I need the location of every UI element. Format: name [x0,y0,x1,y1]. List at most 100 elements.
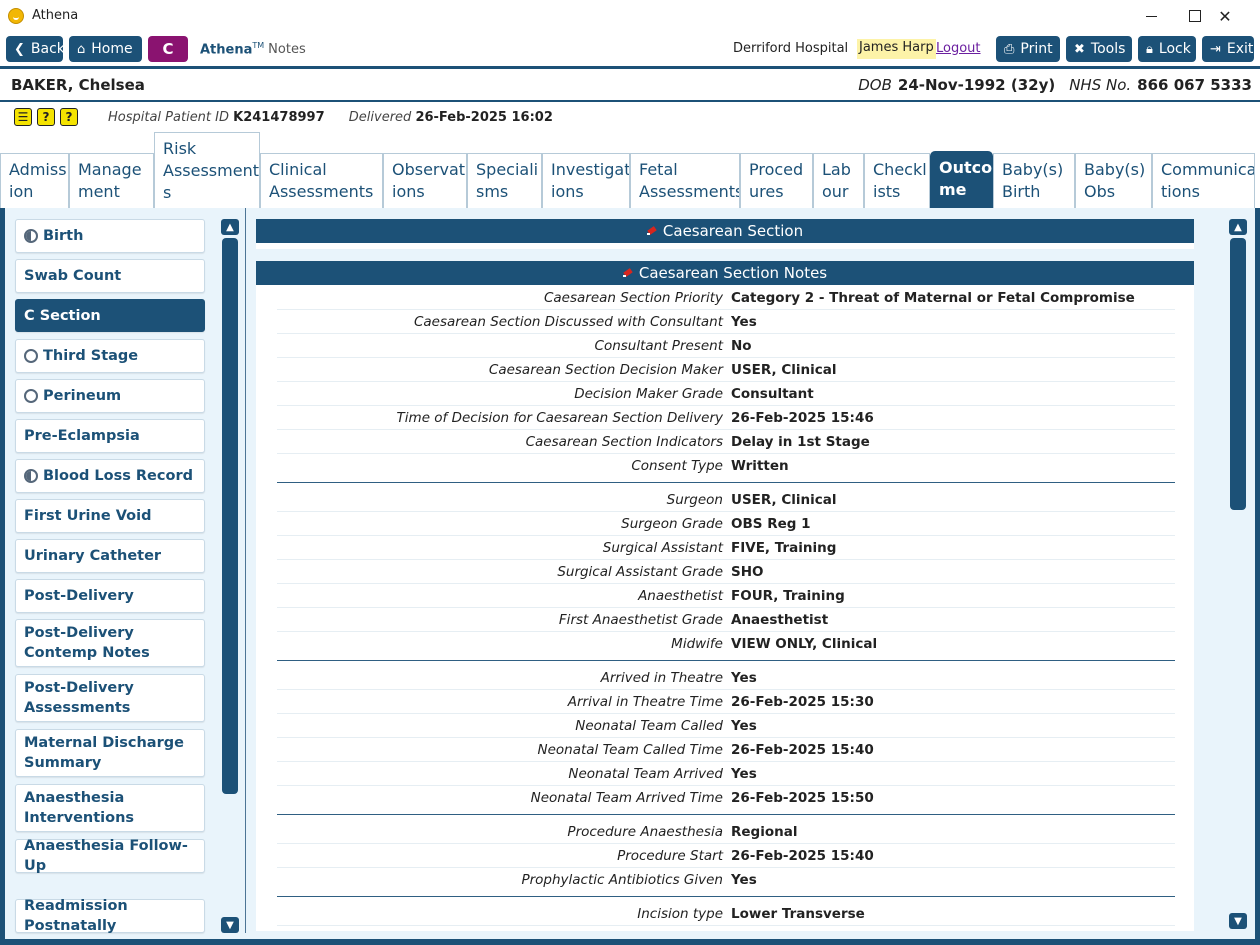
table-row: Caesarean Section Indicators Delay in 1st… [277,430,1175,454]
sidebar-item-post-delivery[interactable]: Post-Delivery [15,579,205,613]
sidebar-item-urinary-catheter[interactable]: Urinary Catheter [15,539,205,573]
home-button[interactable]: ⌂ Home [69,36,142,62]
delivered-value: 26-Feb-2025 16:02 [415,110,553,125]
patient-divider [0,100,1260,102]
dob-label: DOB [858,76,892,94]
tab-management[interactable]: Manage ment [69,153,154,208]
scroll-up-icon[interactable]: ▲ [1229,219,1247,235]
sidebar-item-label: Third Stage [43,348,139,364]
sidebar-item-readmission-postnatally[interactable]: Readmission Postnatally [15,898,205,934]
field-label: Surgical Assistant [602,540,723,556]
tab-admission[interactable]: Admiss ion [0,153,69,208]
section-header: Caesarean Section [256,219,1194,243]
tab-clinical-assessments[interactable]: Clinical Assessments [260,153,383,208]
tab-procedures[interactable]: Proced ures [740,153,813,208]
help-alert-icon[interactable]: ? [60,108,78,126]
sidebar-item-first-urine-void[interactable]: First Urine Void [15,499,205,533]
field-label: Surgical Assistant Grade [557,564,723,580]
brand-name: Athena [200,42,253,58]
tab-communications[interactable]: Communica tions [1152,153,1255,208]
scroll-down-icon[interactable]: ▼ [1229,913,1247,929]
tab-investigations[interactable]: Investigat ions [542,153,630,208]
tools-icon: ✖ [1074,41,1085,57]
tab-labour[interactable]: Lab our [813,153,864,208]
sidebar-item-c-section[interactable]: C Section [15,299,205,332]
hospital-name: Derriford Hospital [733,41,849,56]
field-value: USER, Clinical [731,362,837,378]
print-button[interactable]: ⎙ Print [996,36,1060,62]
sidebar-item-label: Perineum [43,388,122,404]
sidebar-scroll-thumb[interactable] [222,238,238,794]
sidebar-item-swab-count[interactable]: Swab Count [15,259,205,293]
hospital-id-label: Hospital Patient ID [108,110,229,125]
tab-checklists[interactable]: Checkl ists [864,153,930,208]
sidebar-scrollbar[interactable]: ▲ ▼ [221,219,239,933]
maximize-icon[interactable] [1180,4,1210,28]
sidebar-item-anaesthesia-interventions[interactable]: Anaesthesia Interventions [15,784,205,832]
edit-pen-icon[interactable] [622,268,633,278]
lock-button[interactable]: 🔒︎ Lock [1138,36,1196,62]
table-row: First Anaesthetist Grade Anaesthetist [277,608,1175,632]
field-label: Decision Maker Grade [574,386,723,402]
field-value: 26-Feb-2025 15:40 [731,848,874,864]
athena-logo-icon [8,8,24,24]
sidebar-item-label: Blood Loss Record [43,468,193,484]
scroll-down-icon[interactable]: ▼ [221,917,239,933]
sidebar-item-maternal-discharge-summary[interactable]: Maternal Discharge Summary [15,729,205,777]
sidebar-item-third-stage[interactable]: Third Stage [15,339,205,373]
table-row: Decision Maker Grade Consultant [277,382,1175,406]
sidebar-item-label: Post-Delivery [24,588,134,604]
logout-link[interactable]: Logout [936,41,981,56]
exit-button[interactable]: ⇥ Exit [1202,36,1254,62]
field-value: Consultant [731,386,814,402]
tab-specialisms[interactable]: Speciali sms [467,153,542,208]
edit-pen-icon[interactable] [646,226,657,236]
tools-button[interactable]: ✖ Tools [1066,36,1132,62]
tab-babys-birth[interactable]: Baby(s) Birth [993,153,1075,208]
table-row: Prophylactic Antibiotics Given Yes [277,868,1175,892]
sidebar-item-post-delivery-contemp-notes[interactable]: Post-Delivery Contemp Notes [15,619,205,667]
table-row: Caesarean Section Priority Category 2 - T… [277,286,1175,310]
close-icon[interactable]: ✕ [1210,4,1240,28]
tab-observations[interactable]: Observat ions [383,153,467,208]
table-row: Neonatal Team Arrived Yes [277,762,1175,786]
field-value: 26-Feb-2025 15:30 [731,694,874,710]
nhs-value: 866 067 5333 [1137,76,1252,94]
tab-babys-obs[interactable]: Baby(s) Obs [1075,153,1152,208]
sidebar-item-birth[interactable]: Birth [15,219,205,253]
sidebar-item-anaesthesia-follow-up[interactable]: Anaesthesia Follow-Up [15,838,205,874]
sidebar-item-perineum[interactable]: Perineum [15,379,205,413]
sidebar-item-label: Urinary Catheter [24,548,162,564]
tab-fetal-assessments[interactable]: Fetal Assessments [630,153,740,208]
field-value: VIEW ONLY, Clinical [731,636,878,652]
content-scrollbar[interactable]: ▲ ▼ [1229,219,1247,933]
field-value: OBS Reg 1 [731,516,811,532]
table-row: Caesarean Section Discussed with Consult… [277,310,1175,334]
sidebar-item-pre-eclampsia[interactable]: Pre-Eclampsia [15,419,205,453]
field-label: Caesarean Section Decision Maker [488,362,723,378]
help-alert-icon[interactable]: ? [37,108,55,126]
field-label: Caesarean Section Indicators [525,434,723,450]
scroll-up-icon[interactable]: ▲ [221,219,239,235]
table-row: Neonatal Team Called Time 26-Feb-2025 15:… [277,738,1175,762]
table-row: Surgeon Grade OBS Reg 1 [277,512,1175,536]
sidebar-item-blood-loss-record[interactable]: Blood Loss Record [15,459,205,493]
list-alert-icon[interactable]: ☰ [14,108,32,126]
tab-risk-assessments[interactable]: Risk Assessment s [154,132,260,208]
tab-outcome[interactable]: Outco me [930,151,993,208]
table-row: Anaesthetist FOUR, Training [277,584,1175,608]
back-button[interactable]: ❮ Back [6,36,65,62]
lock-label: Lock [1158,41,1191,57]
field-label: Caesarean Section Discussed with Consult… [413,314,723,330]
sidebar-item-post-delivery-assessments[interactable]: Post-Delivery Assessments [15,674,205,722]
section-title: Caesarean Section [662,222,804,240]
notes-title: Caesarean Section Notes [638,264,828,282]
app-brand: AthenaTM Notes [200,41,306,57]
field-label: Procedure Start [617,848,723,864]
field-value: 26-Feb-2025 15:46 [731,410,874,426]
c-badge-button[interactable]: C [148,36,188,62]
alert-icons: ☰ ? ? [14,108,78,126]
minimize-icon[interactable] [1136,4,1166,28]
content-scroll-thumb[interactable] [1230,238,1246,510]
patient-banner: BAKER, Chelsea DOB 24-Nov-1992 (32y) NHS N… [0,69,1260,100]
